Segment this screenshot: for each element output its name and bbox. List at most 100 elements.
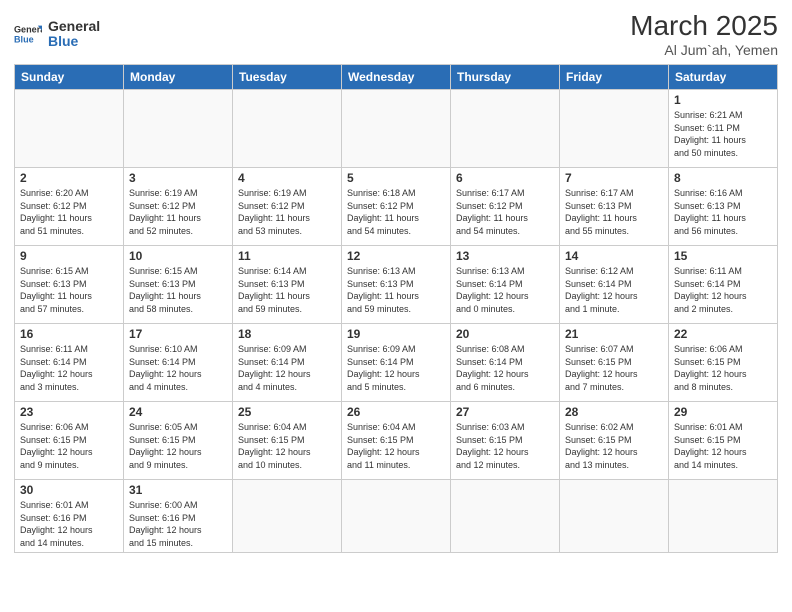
table-row: 14 Sunrise: 6:12 AMSunset: 6:14 PMDayligh…	[560, 246, 669, 324]
table-row: 19Sunrise: 6:09 AMSunset: 6:14 PMDayligh…	[342, 324, 451, 402]
calendar-header-row: Sunday Monday Tuesday Wednesday Thursday…	[15, 65, 778, 90]
day-number: 18	[238, 327, 336, 341]
day-info: Sunrise: 6:00 AMSunset: 6:16 PMDaylight:…	[129, 499, 227, 549]
table-row: 4Sunrise: 6:19 AMSunset: 6:12 PMDaylight…	[233, 168, 342, 246]
table-row: 22 Sunrise: 6:06 AMSunset: 6:15 PMDayligh…	[669, 324, 778, 402]
day-number: 6	[456, 171, 554, 185]
logo-general-text: General	[48, 19, 100, 34]
table-row	[233, 480, 342, 553]
svg-text:Blue: Blue	[14, 34, 34, 44]
day-number: 14	[565, 249, 663, 263]
day-info: Sunrise: 6:05 AMSunset: 6:15 PMDaylight:…	[129, 421, 227, 471]
table-row: 23Sunrise: 6:06 AMSunset: 6:15 PMDayligh…	[15, 402, 124, 480]
day-number: 13	[456, 249, 554, 263]
day-number: 1	[674, 93, 772, 107]
day-info: Sunrise: 6:01 AMSunset: 6:15 PMDaylight:…	[674, 421, 772, 471]
day-number: 5	[347, 171, 445, 185]
table-row	[15, 90, 124, 168]
day-info: Sunrise: 6:09 AMSunset: 6:14 PMDaylight:…	[347, 343, 445, 393]
location-subtitle: Al Jum`ah, Yemen	[630, 42, 778, 58]
day-info: Sunrise: 6:07 AMSunset: 6:15 PMDaylight:…	[565, 343, 663, 393]
day-number: 3	[129, 171, 227, 185]
day-info: Sunrise: 6:09 AMSunset: 6:14 PMDaylight:…	[238, 343, 336, 393]
day-info: Sunrise: 6:15 AMSunset: 6:13 PMDaylight:…	[129, 265, 227, 315]
table-row: 11 Sunrise: 6:14 AMSunset: 6:13 PMDayligh…	[233, 246, 342, 324]
col-saturday: Saturday	[669, 65, 778, 90]
day-info: Sunrise: 6:06 AMSunset: 6:15 PMDaylight:…	[674, 343, 772, 393]
day-number: 25	[238, 405, 336, 419]
day-info: Sunrise: 6:14 AMSunset: 6:13 PMDaylight:…	[238, 265, 336, 315]
day-number: 20	[456, 327, 554, 341]
col-wednesday: Wednesday	[342, 65, 451, 90]
day-info: Sunrise: 6:04 AMSunset: 6:15 PMDaylight:…	[347, 421, 445, 471]
day-info: Sunrise: 6:13 AMSunset: 6:13 PMDaylight:…	[347, 265, 445, 315]
day-number: 17	[129, 327, 227, 341]
day-number: 24	[129, 405, 227, 419]
table-row: 25 Sunrise: 6:04 AMSunset: 6:15 PMDayligh…	[233, 402, 342, 480]
day-info: Sunrise: 6:21 AMSunset: 6:11 PMDaylight:…	[674, 109, 772, 159]
table-row: 26Sunrise: 6:04 AMSunset: 6:15 PMDayligh…	[342, 402, 451, 480]
table-row: 21 Sunrise: 6:07 AMSunset: 6:15 PMDayligh…	[560, 324, 669, 402]
day-number: 11	[238, 249, 336, 263]
day-number: 9	[20, 249, 118, 263]
day-number: 12	[347, 249, 445, 263]
table-row	[560, 480, 669, 553]
table-row: 27Sunrise: 6:03 AMSunset: 6:15 PMDayligh…	[451, 402, 560, 480]
logo-icon: General Blue	[14, 20, 42, 48]
header: General Blue General Blue March 2025 Al …	[14, 10, 778, 58]
table-row: 6Sunrise: 6:17 AMSunset: 6:12 PMDaylight…	[451, 168, 560, 246]
table-row: 8Sunrise: 6:16 AMSunset: 6:13 PMDaylight…	[669, 168, 778, 246]
day-number: 22	[674, 327, 772, 341]
month-title: March 2025	[630, 10, 778, 42]
table-row: 28 Sunrise: 6:02 AMSunset: 6:15 PMDayligh…	[560, 402, 669, 480]
table-row	[451, 90, 560, 168]
day-number: 31	[129, 483, 227, 497]
table-row: 15 Sunrise: 6:11 AMSunset: 6:14 PMDayligh…	[669, 246, 778, 324]
table-row: 31 Sunrise: 6:00 AMSunset: 6:16 PMDayligh…	[124, 480, 233, 553]
table-row: 17 Sunrise: 6:10 AMSunset: 6:14 PMDayligh…	[124, 324, 233, 402]
day-info: Sunrise: 6:16 AMSunset: 6:13 PMDaylight:…	[674, 187, 772, 237]
table-row: 13Sunrise: 6:13 AMSunset: 6:14 PMDayligh…	[451, 246, 560, 324]
logo-blue-text: Blue	[48, 34, 100, 49]
day-info: Sunrise: 6:11 AMSunset: 6:14 PMDaylight:…	[674, 265, 772, 315]
day-number: 30	[20, 483, 118, 497]
day-info: Sunrise: 6:02 AMSunset: 6:15 PMDaylight:…	[565, 421, 663, 471]
table-row	[342, 480, 451, 553]
table-row	[342, 90, 451, 168]
table-row: 12 Sunrise: 6:13 AMSunset: 6:13 PMDayligh…	[342, 246, 451, 324]
day-number: 21	[565, 327, 663, 341]
table-row: 24 Sunrise: 6:05 AMSunset: 6:15 PMDayligh…	[124, 402, 233, 480]
day-number: 15	[674, 249, 772, 263]
table-row	[233, 90, 342, 168]
col-friday: Friday	[560, 65, 669, 90]
table-row: 9Sunrise: 6:15 AMSunset: 6:13 PMDaylight…	[15, 246, 124, 324]
day-info: Sunrise: 6:19 AMSunset: 6:12 PMDaylight:…	[238, 187, 336, 237]
table-row: 7Sunrise: 6:17 AMSunset: 6:13 PMDaylight…	[560, 168, 669, 246]
table-row: 18 Sunrise: 6:09 AMSunset: 6:14 PMDayligh…	[233, 324, 342, 402]
col-monday: Monday	[124, 65, 233, 90]
day-info: Sunrise: 6:03 AMSunset: 6:15 PMDaylight:…	[456, 421, 554, 471]
day-info: Sunrise: 6:10 AMSunset: 6:14 PMDaylight:…	[129, 343, 227, 393]
table-row: 16Sunrise: 6:11 AMSunset: 6:14 PMDayligh…	[15, 324, 124, 402]
table-row: 29 Sunrise: 6:01 AMSunset: 6:15 PMDayligh…	[669, 402, 778, 480]
day-info: Sunrise: 6:06 AMSunset: 6:15 PMDaylight:…	[20, 421, 118, 471]
day-info: Sunrise: 6:08 AMSunset: 6:14 PMDaylight:…	[456, 343, 554, 393]
day-number: 10	[129, 249, 227, 263]
table-row	[451, 480, 560, 553]
table-row: 30Sunrise: 6:01 AMSunset: 6:16 PMDayligh…	[15, 480, 124, 553]
table-row: 3Sunrise: 6:19 AMSunset: 6:12 PMDaylight…	[124, 168, 233, 246]
day-number: 28	[565, 405, 663, 419]
table-row: 5Sunrise: 6:18 AMSunset: 6:12 PMDaylight…	[342, 168, 451, 246]
col-tuesday: Tuesday	[233, 65, 342, 90]
day-number: 29	[674, 405, 772, 419]
day-info: Sunrise: 6:12 AMSunset: 6:14 PMDaylight:…	[565, 265, 663, 315]
col-thursday: Thursday	[451, 65, 560, 90]
table-row: 20 Sunrise: 6:08 AMSunset: 6:14 PMDayligh…	[451, 324, 560, 402]
day-info: Sunrise: 6:04 AMSunset: 6:15 PMDaylight:…	[238, 421, 336, 471]
logo: General Blue General Blue	[14, 19, 100, 50]
page: General Blue General Blue March 2025 Al …	[0, 0, 792, 612]
day-number: 16	[20, 327, 118, 341]
table-row	[560, 90, 669, 168]
col-sunday: Sunday	[15, 65, 124, 90]
table-row: 2Sunrise: 6:20 AMSunset: 6:12 PMDaylight…	[15, 168, 124, 246]
